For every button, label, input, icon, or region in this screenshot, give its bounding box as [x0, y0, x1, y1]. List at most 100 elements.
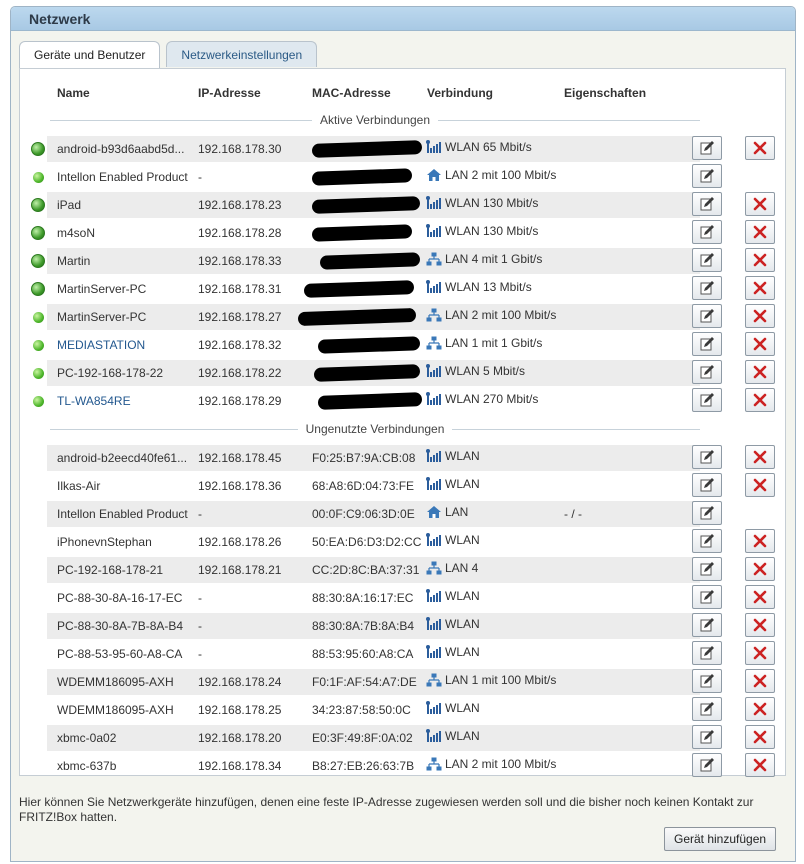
delete-button[interactable] [745, 473, 775, 497]
delete-button[interactable] [745, 192, 775, 216]
device-ip: - [198, 170, 202, 184]
delete-button[interactable] [745, 220, 775, 244]
edit-icon [700, 393, 714, 407]
section-unused-label: Ungenutzte Verbindungen [297, 422, 453, 436]
device-ip: 192.168.178.29 [198, 394, 282, 408]
edit-button[interactable] [692, 164, 722, 188]
device-connection: WLAN [426, 533, 480, 547]
device-ip: 192.168.178.34 [198, 759, 282, 773]
delete-button[interactable] [745, 445, 775, 469]
edit-button[interactable] [692, 304, 722, 328]
delete-button[interactable] [745, 248, 775, 272]
delete-button[interactable] [745, 669, 775, 693]
edit-button[interactable] [692, 501, 722, 525]
delete-button[interactable] [745, 529, 775, 553]
delete-button[interactable] [745, 613, 775, 637]
device-name: m4soN [57, 226, 96, 240]
edit-button[interactable] [692, 136, 722, 160]
edit-button[interactable] [692, 248, 722, 272]
device-connection: LAN 1 mit 100 Mbit/s [426, 673, 556, 687]
device-mac: CC:2D:8C:BA:37:31 [312, 563, 420, 577]
edit-button[interactable] [692, 557, 722, 581]
device-table: Name IP-Adresse MAC-Adresse Verbindung E… [19, 68, 786, 777]
online-dot-icon [33, 396, 44, 407]
device-name: iPhonevnStephan [57, 535, 152, 549]
device-connection: LAN 2 mit 100 Mbit/s [426, 308, 556, 322]
edit-button[interactable] [692, 276, 722, 300]
edit-button[interactable] [692, 641, 722, 665]
delete-button[interactable] [745, 585, 775, 609]
active-device-row: TL-WA854RE 192.168.178.29 WLAN 270 Mbit/s [20, 387, 785, 415]
connection-label: WLAN 5 Mbit/s [445, 364, 526, 378]
connection-label: WLAN 130 Mbit/s [445, 224, 539, 238]
globe-icon [31, 142, 45, 156]
edit-button[interactable] [692, 697, 722, 721]
tab-network-settings[interactable]: Netzwerkeinstellungen [166, 41, 318, 67]
edit-button[interactable] [692, 332, 722, 356]
device-name: android-b2eecd40fe61... [57, 451, 188, 465]
unused-device-row: PC-88-53-95-60-A8-CA - 88:53:95:60:A8:CA WL… [20, 640, 785, 668]
delete-button[interactable] [745, 360, 775, 384]
device-connection: LAN 2 mit 100 Mbit/s [426, 168, 556, 182]
edit-button[interactable] [692, 220, 722, 244]
device-ip: - [198, 507, 202, 521]
edit-button[interactable] [692, 669, 722, 693]
add-device-button[interactable]: Gerät hinzufügen [664, 827, 777, 851]
edit-icon [700, 534, 714, 548]
device-ip: 192.168.178.22 [198, 366, 282, 380]
connection-label: WLAN 270 Mbit/s [445, 392, 539, 406]
device-name[interactable]: TL-WA854RE [57, 394, 190, 408]
active-device-row: iPad 192.168.178.23 WLAN 130 Mbit/s [20, 191, 785, 219]
device-ip: 192.168.178.24 [198, 675, 282, 689]
device-ip: 192.168.178.32 [198, 338, 282, 352]
edit-icon [700, 365, 714, 379]
wlan-icon [426, 280, 442, 294]
connection-label: WLAN [445, 449, 480, 463]
delete-icon [753, 253, 767, 267]
column-header-name: Name [57, 86, 90, 100]
device-mac: 68:A8:6D:04:73:FE [312, 479, 415, 493]
edit-icon [700, 590, 714, 604]
edit-icon [700, 197, 714, 211]
device-ip: 192.168.178.45 [198, 451, 282, 465]
lan-icon [426, 336, 442, 350]
delete-button[interactable] [745, 388, 775, 412]
edit-button[interactable] [692, 192, 722, 216]
edit-button[interactable] [692, 585, 722, 609]
edit-icon [700, 450, 714, 464]
edit-button[interactable] [692, 360, 722, 384]
edit-button[interactable] [692, 473, 722, 497]
globe-icon [31, 198, 45, 212]
delete-button[interactable] [745, 332, 775, 356]
edit-icon [700, 646, 714, 660]
wlan-icon [426, 589, 442, 603]
delete-button[interactable] [745, 753, 775, 777]
device-name: MartinServer-PC [57, 282, 147, 296]
wlan-icon [426, 477, 442, 491]
edit-button[interactable] [692, 753, 722, 777]
delete-icon [753, 225, 767, 239]
device-ip: 192.168.178.26 [198, 535, 282, 549]
edit-button[interactable] [692, 725, 722, 749]
delete-button[interactable] [745, 641, 775, 665]
device-name: iPad [57, 198, 82, 212]
edit-icon [700, 169, 714, 183]
device-connection: WLAN [426, 449, 480, 463]
delete-button[interactable] [745, 276, 775, 300]
delete-button[interactable] [745, 304, 775, 328]
delete-button[interactable] [745, 136, 775, 160]
online-dot-icon [33, 312, 44, 323]
edit-button[interactable] [692, 613, 722, 637]
connection-label: WLAN [445, 533, 480, 547]
device-name[interactable]: MEDIASTATION [57, 338, 190, 352]
edit-button[interactable] [692, 445, 722, 469]
tab-devices-users[interactable]: Geräte und Benutzer [19, 41, 161, 69]
edit-button[interactable] [692, 388, 722, 412]
delete-button[interactable] [745, 557, 775, 581]
unused-device-row: iPhonevnStephan 192.168.178.26 50:EA:D6:D3… [20, 528, 785, 556]
delete-button[interactable] [745, 697, 775, 721]
edit-button[interactable] [692, 529, 722, 553]
device-name: xbmc-637b [57, 759, 117, 773]
globe-icon [31, 282, 45, 296]
delete-button[interactable] [745, 725, 775, 749]
